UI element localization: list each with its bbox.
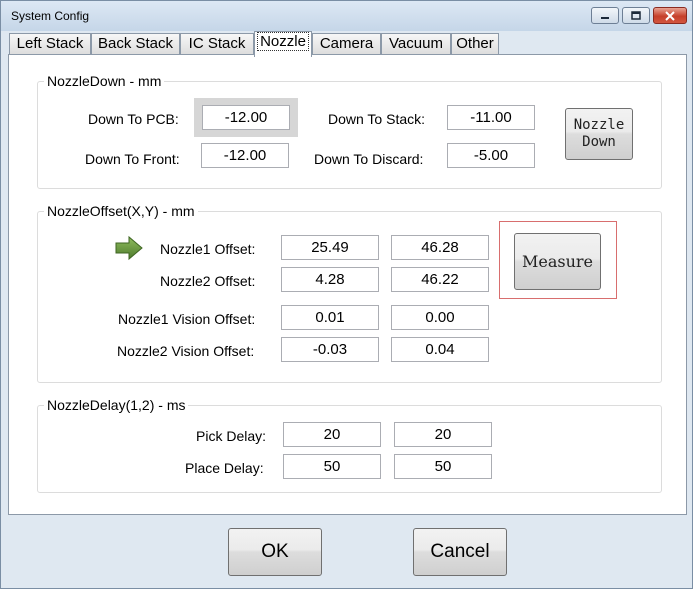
tab-nozzle[interactable]: Nozzle (254, 31, 312, 57)
nozzle1-vision-offset-label: Nozzle1 Vision Offset: (118, 311, 256, 327)
nozzle-down-button[interactable]: Nozzle Down (565, 108, 633, 160)
tab-vacuum[interactable]: Vacuum (381, 33, 451, 55)
nozzle1-offset-x-input[interactable] (281, 235, 379, 260)
nozzle1-offset-label: Nozzle1 Offset: (160, 241, 256, 257)
nozzle2-offset-y-input[interactable] (391, 267, 489, 292)
nozzle-offset-title: NozzleOffset(X,Y) - mm (44, 203, 198, 219)
close-icon (665, 10, 675, 21)
tab-other[interactable]: Other (451, 33, 499, 55)
green-arrow-icon (115, 235, 143, 261)
system-config-window: System Config Left Stack Back Stack IC S… (0, 0, 693, 589)
nozzle-delay-title: NozzleDelay(1,2) - ms (44, 397, 189, 413)
down-to-discard-input[interactable] (447, 143, 535, 168)
minimize-button[interactable] (591, 7, 619, 24)
pick-delay-2-input[interactable] (394, 422, 492, 447)
pick-delay-label: Pick Delay: (196, 428, 267, 444)
nozzle1-vision-offset-x-input[interactable] (281, 305, 379, 330)
maximize-button[interactable] (622, 7, 650, 24)
title-bar[interactable]: System Config (1, 1, 692, 31)
ok-button[interactable]: OK (228, 528, 322, 576)
maximize-icon (631, 11, 641, 20)
tab-ic-stack[interactable]: IC Stack (180, 33, 254, 55)
nozzle2-offset-x-input[interactable] (281, 267, 379, 292)
pick-delay-1-input[interactable] (283, 422, 381, 447)
down-to-stack-input[interactable] (447, 105, 535, 130)
minimize-icon (601, 16, 609, 19)
down-to-stack-label: Down To Stack: (328, 111, 426, 127)
down-to-front-input[interactable] (201, 143, 289, 168)
tab-back-stack[interactable]: Back Stack (91, 33, 180, 55)
tab-left-stack[interactable]: Left Stack (9, 33, 91, 55)
down-to-pcb-label: Down To PCB: (88, 111, 179, 127)
nozzle-tab-panel: NozzleDown - mm Down To PCB: Down To Sta… (8, 54, 687, 515)
measure-button[interactable]: Measure (514, 233, 601, 290)
nozzle-down-title: NozzleDown - mm (44, 73, 165, 89)
cancel-button[interactable]: Cancel (413, 528, 507, 576)
place-delay-2-input[interactable] (394, 454, 492, 479)
close-button[interactable] (653, 7, 687, 24)
tab-camera[interactable]: Camera (312, 33, 381, 55)
nozzle1-offset-y-input[interactable] (391, 235, 489, 260)
window-title: System Config (11, 9, 90, 23)
place-delay-1-input[interactable] (283, 454, 381, 479)
down-to-discard-label: Down To Discard: (314, 151, 424, 167)
nozzle2-vision-offset-y-input[interactable] (391, 337, 489, 362)
nozzle2-vision-offset-x-input[interactable] (281, 337, 379, 362)
nozzle1-vision-offset-y-input[interactable] (391, 305, 489, 330)
nozzle-delay-group: NozzleDelay(1,2) - ms (37, 397, 662, 493)
down-to-front-label: Down To Front: (85, 151, 180, 167)
place-delay-label: Place Delay: (185, 460, 264, 476)
nozzle2-vision-offset-label: Nozzle2 Vision Offset: (117, 343, 255, 359)
nozzle2-offset-label: Nozzle2 Offset: (160, 273, 256, 289)
down-to-pcb-input[interactable] (202, 105, 290, 130)
